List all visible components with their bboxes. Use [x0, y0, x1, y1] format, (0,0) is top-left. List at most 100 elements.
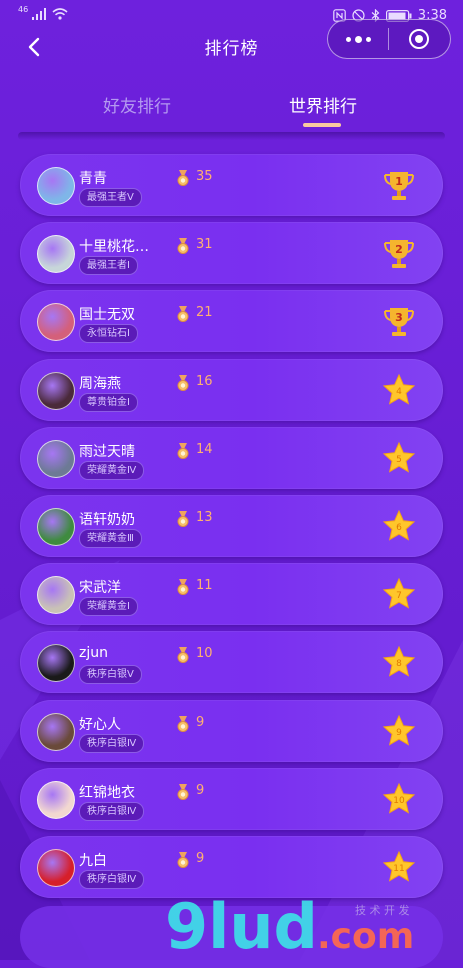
star-icon: 6	[382, 509, 416, 541]
more-button[interactable]	[328, 20, 388, 58]
star-rank-number: 11	[393, 864, 404, 874]
close-target-icon	[409, 29, 429, 49]
ranking-row[interactable]: 周海燕 尊贵铂金Ⅰ 16 4	[20, 358, 443, 421]
trophy-icon: 3	[384, 308, 414, 337]
player-name: 好心人	[79, 716, 121, 733]
ranking-row[interactable]: zjun 秩序白银V 10 8	[20, 631, 443, 694]
medal-icon	[177, 374, 189, 391]
tier-badge: 尊贵铂金Ⅰ	[79, 392, 138, 412]
tier-badge: 秩序白银V	[79, 665, 142, 685]
score: 10	[196, 646, 213, 662]
player-name: 雨过天晴	[79, 443, 135, 460]
more-dot	[354, 35, 362, 43]
score: 13	[196, 510, 213, 525]
active-tab-indicator	[303, 123, 341, 127]
medal-icon	[177, 852, 189, 868]
medal-icon	[177, 715, 189, 732]
medal-icon	[177, 511, 189, 527]
player-name: 青青	[79, 171, 107, 187]
watermark-brand: 9lud	[165, 890, 318, 960]
score: 35	[196, 169, 213, 184]
player-name: 宋武洋	[79, 580, 121, 597]
star-rank-number: 10	[393, 796, 405, 806]
signal-icon	[32, 8, 47, 20]
tier-badge: 最强王者Ⅰ	[79, 256, 138, 276]
tab-world-ranking[interactable]: 世界排行	[289, 92, 357, 117]
ranking-row[interactable]: 十里桃花… 最强王者Ⅰ 31 2	[20, 222, 443, 285]
player-name: 十里桃花…	[79, 239, 149, 256]
ranking-row[interactable]: 九白 秩序白银Ⅳ 9 11	[20, 836, 443, 898]
medal-icon	[177, 306, 189, 323]
ranking-row[interactable]: 宋武洋 荣耀黄金Ⅰ 11 7	[20, 563, 443, 626]
medal-icon	[177, 579, 189, 596]
star-rank-number: 8	[396, 659, 402, 669]
player-name: 周海燕	[79, 375, 121, 392]
trophy-icon: 2	[384, 240, 414, 269]
player-name: 九白	[79, 853, 107, 869]
star-rank-number: 6	[396, 523, 402, 533]
star-icon: 5	[382, 441, 416, 473]
medal-icon	[177, 647, 189, 664]
avatar	[37, 167, 75, 205]
ranking-tabs: 好友排行 世界排行	[0, 88, 463, 133]
trophy-rank-number: 1	[395, 175, 403, 188]
player-name: 语轩奶奶	[79, 512, 135, 528]
tier-badge: 荣耀黄金Ⅳ	[79, 460, 145, 480]
score: 9	[196, 782, 205, 798]
tier-badge: 秩序白银Ⅳ	[79, 870, 145, 889]
more-dot	[345, 36, 351, 42]
avatar	[37, 235, 75, 274]
avatar	[37, 644, 75, 683]
trophy-rank-number: 2	[395, 243, 403, 256]
star-icon: 10	[382, 782, 416, 814]
status-left: 46	[18, 5, 68, 20]
score: 14	[196, 441, 213, 457]
ranking-row[interactable]: 语轩奶奶 荣耀黄金Ⅲ 13 6	[20, 495, 443, 557]
tier-badge: 秩序白银Ⅳ	[79, 801, 145, 821]
star-rank-number: 5	[396, 455, 402, 465]
star-icon: 11	[382, 850, 416, 882]
tier-badge: 秩序白银Ⅳ	[79, 733, 145, 753]
medal-icon	[177, 238, 189, 255]
star-icon: 9	[382, 714, 416, 746]
medal-icon	[177, 170, 189, 186]
score: 21	[196, 305, 213, 321]
avatar	[37, 371, 75, 410]
score: 31	[196, 237, 213, 253]
tab-friends-ranking[interactable]: 好友排行	[103, 92, 171, 117]
tier-badge: 永恒钻石Ⅰ	[79, 324, 138, 344]
tier-badge: 荣耀黄金Ⅰ	[79, 597, 138, 617]
miniprogram-capsule	[327, 19, 451, 59]
trophy-rank-number: 3	[395, 311, 403, 324]
avatar	[37, 303, 75, 342]
avatar	[37, 849, 75, 887]
more-dot	[365, 36, 371, 42]
player-name: zjun	[79, 645, 108, 662]
score: 16	[196, 373, 213, 389]
ranking-row[interactable]: 红锦地衣 秩序白银Ⅳ 9 10	[20, 767, 443, 830]
star-icon: 8	[382, 646, 416, 677]
star-icon: 4	[382, 373, 416, 405]
avatar	[37, 576, 75, 615]
tabs-shadow	[18, 132, 445, 140]
close-button[interactable]	[389, 20, 449, 58]
avatar	[37, 712, 75, 751]
ranking-row[interactable]: 青青 最强王者V 35 1	[20, 154, 443, 216]
tier-badge: 最强王者V	[79, 188, 142, 207]
tier-badge: 荣耀黄金Ⅲ	[79, 529, 142, 548]
ranking-row[interactable]: 好心人 秩序白银Ⅳ 9 9	[20, 699, 443, 762]
star-rank-number: 9	[396, 728, 402, 738]
ranking-row[interactable]: 国士无双 永恒钻石Ⅰ 21 3	[20, 290, 443, 353]
medal-icon	[177, 783, 189, 800]
watermark-suffix: .com	[317, 916, 414, 957]
ranking-row[interactable]: 雨过天晴 荣耀黄金Ⅳ 14 5	[20, 426, 443, 489]
score: 9	[196, 714, 205, 730]
watermark-logo: 9lud .com 技 术 开 发	[165, 890, 414, 960]
avatar	[37, 439, 75, 478]
score: 9	[196, 851, 205, 866]
star-icon: 7	[382, 577, 416, 609]
player-name: 红锦地衣	[79, 784, 135, 801]
avatar	[37, 780, 75, 819]
score: 11	[196, 578, 213, 594]
watermark-subtitle: 技 术 开 发	[355, 903, 410, 917]
